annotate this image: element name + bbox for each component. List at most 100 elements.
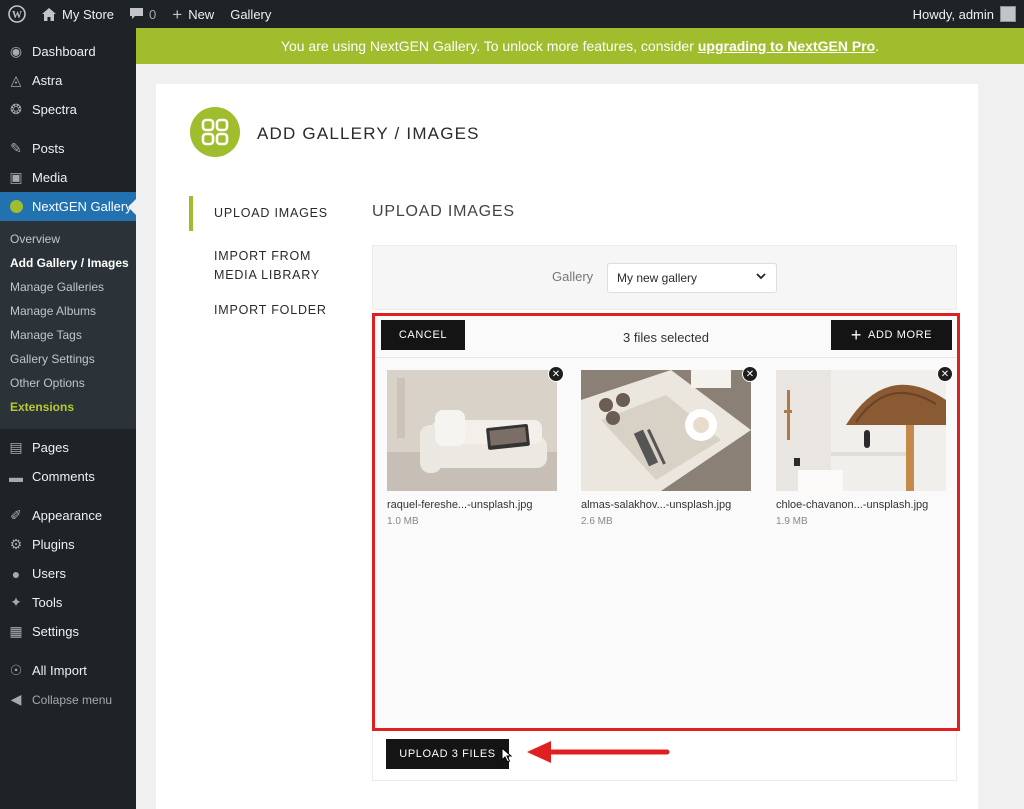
page-title: ADD GALLERY / IMAGES: [257, 124, 480, 143]
file-size: 1.0 MB: [387, 516, 419, 527]
menu-label: NextGEN Gallery: [32, 199, 132, 214]
menu-nextgen-gallery[interactable]: NextGEN Gallery: [0, 192, 136, 221]
plus-icon: +: [172, 4, 183, 24]
file-card: ✕ almas-salakhov...-unsplash.jpg 2.6 MB: [581, 366, 758, 527]
submenu-overview[interactable]: Overview: [0, 227, 136, 251]
menu-astra[interactable]: ◬ Astra: [0, 66, 136, 95]
tab-import-media-library[interactable]: IMPORT FROM MEDIA LIBRARY: [189, 247, 349, 285]
menu-plugins[interactable]: ⚙ Plugins: [0, 530, 136, 559]
mouse-cursor-icon: [501, 747, 513, 763]
section-title: UPLOAD IMAGES: [372, 203, 515, 220]
upgrade-link[interactable]: upgrading to NextGEN Pro: [698, 38, 875, 54]
close-icon: ✕: [940, 368, 950, 380]
brush-icon: ✐: [10, 507, 22, 523]
submenu-manage-galleries[interactable]: Manage Galleries: [0, 275, 136, 299]
menu-label: Spectra: [32, 102, 77, 117]
menu-label: Media: [32, 170, 68, 185]
menu-label: Plugins: [32, 537, 75, 552]
menu-tools[interactable]: ✦ Tools: [0, 588, 136, 617]
add-more-button[interactable]: + ADD MORE: [831, 320, 952, 350]
submenu-add-gallery-images[interactable]: Add Gallery / Images: [0, 251, 136, 275]
submenu-manage-tags[interactable]: Manage Tags: [0, 323, 136, 347]
account-menu[interactable]: Howdy, admin: [905, 0, 1024, 28]
chevron-down-icon: [756, 271, 766, 284]
menu-appearance[interactable]: ✐ Appearance: [0, 501, 136, 530]
file-thumbnail: [581, 370, 751, 491]
menu-label: Appearance: [32, 508, 103, 523]
collapse-icon: ◀: [10, 691, 22, 707]
file-size: 1.9 MB: [776, 516, 808, 527]
menu-comments[interactable]: ▬ Comments: [0, 462, 136, 491]
tab-import-folder[interactable]: IMPORT FOLDER: [189, 301, 369, 320]
wordpress-logo-button[interactable]: W: [0, 0, 34, 28]
file-name: almas-salakhov...-unsplash.jpg: [581, 499, 732, 511]
menu-label: Comments: [32, 469, 95, 484]
file-name: chloe-chavanon...-unsplash.jpg: [776, 499, 929, 511]
home-icon: [42, 7, 56, 21]
close-icon: ✕: [551, 368, 561, 380]
menu-label: Settings: [32, 624, 79, 639]
avatar: [1000, 6, 1016, 22]
close-icon: ✕: [745, 368, 755, 380]
upload-tabs: UPLOAD IMAGES IMPORT FROM MEDIA LIBRARY …: [189, 196, 369, 336]
remove-file-button[interactable]: ✕: [548, 366, 564, 382]
gallery-select[interactable]: My new gallery: [607, 263, 777, 293]
notice-suffix: .: [875, 38, 880, 54]
nextgen-submenu: Overview Add Gallery / Images Manage Galle…: [0, 221, 136, 429]
menu-spectra[interactable]: ❂ Spectra: [0, 95, 136, 124]
admin-bar: W My Store 0 + New Gallery Howdy, admin: [0, 0, 1024, 28]
pin-icon: ✎: [10, 140, 22, 156]
remove-file-button[interactable]: ✕: [742, 366, 758, 382]
svg-text:W: W: [12, 10, 22, 21]
uploader-panel: CANCEL 3 files selected + ADD MORE ✕ raq…: [372, 313, 960, 731]
menu-users[interactable]: ● Users: [0, 559, 136, 588]
remove-file-button[interactable]: ✕: [937, 366, 953, 382]
submenu-other-options[interactable]: Other Options: [0, 371, 136, 395]
grid-icon: [201, 118, 229, 146]
file-thumbnail: [776, 370, 946, 491]
submenu-gallery-settings[interactable]: Gallery Settings: [0, 347, 136, 371]
wordpress-icon: W: [8, 5, 26, 23]
menu-settings[interactable]: ▦ Settings: [0, 617, 136, 646]
new-content-link[interactable]: + New: [164, 0, 222, 28]
submenu-extensions[interactable]: Extensions: [0, 395, 136, 419]
menu-label: Tools: [32, 595, 63, 610]
dashboard-icon: ◉: [9, 43, 23, 59]
comments-link[interactable]: 0: [122, 0, 164, 28]
wrench-icon: ✦: [10, 594, 22, 610]
menu-all-import[interactable]: ☉ All Import: [0, 656, 136, 685]
site-name-link[interactable]: My Store: [34, 0, 122, 28]
menu-pages[interactable]: ▤ Pages: [0, 433, 136, 462]
upload-action-bar: UPLOAD 3 FILES: [372, 731, 957, 781]
red-arrow-annotation: [527, 741, 670, 763]
plus-icon: +: [850, 325, 863, 345]
file-size: 2.6 MB: [581, 516, 613, 527]
menu-label: Astra: [32, 73, 63, 88]
uploader-toolbar: CANCEL 3 files selected + ADD MORE: [375, 316, 957, 358]
menu-collapse-menu[interactable]: ◀ Collapse menu: [0, 685, 136, 714]
new-label: New: [188, 6, 215, 22]
gallery-link[interactable]: Gallery: [222, 0, 279, 28]
menu-label: Posts: [32, 141, 65, 156]
nextgen-logo: [190, 107, 240, 157]
menu-label: Pages: [32, 440, 69, 455]
file-card: ✕ chloe-chavanon...-unsplash.jpg 1.9 MB: [776, 366, 953, 527]
tab-upload-images[interactable]: UPLOAD IMAGES: [189, 196, 369, 231]
add-more-label: ADD MORE: [868, 329, 933, 341]
menu-posts[interactable]: ✎ Posts: [0, 134, 136, 163]
pages-icon: ▤: [9, 439, 23, 455]
media-icon: ▣: [9, 169, 23, 185]
file-card: ✕ raquel-fereshe...-unsplash.jpg 1.0 MB: [387, 366, 564, 527]
notice-text: You are using NextGEN Gallery. To unlock…: [280, 38, 694, 54]
menu-media[interactable]: ▣ Media: [0, 163, 136, 192]
plugin-icon: ⚙: [9, 536, 23, 552]
gallery-selected-value: My new gallery: [617, 271, 698, 285]
menu-label: Users: [32, 566, 66, 581]
menu-dashboard[interactable]: ◉ Dashboard: [0, 37, 136, 66]
submenu-manage-albums[interactable]: Manage Albums: [0, 299, 136, 323]
upload-files-button[interactable]: UPLOAD 3 FILES: [386, 739, 509, 769]
gallery-label: Gallery: [552, 269, 594, 284]
file-name: raquel-fereshe...-unsplash.jpg: [387, 499, 533, 511]
upgrade-notice: You are using NextGEN Gallery. To unlock…: [136, 28, 1024, 64]
comment-bubble-icon: [130, 8, 144, 19]
